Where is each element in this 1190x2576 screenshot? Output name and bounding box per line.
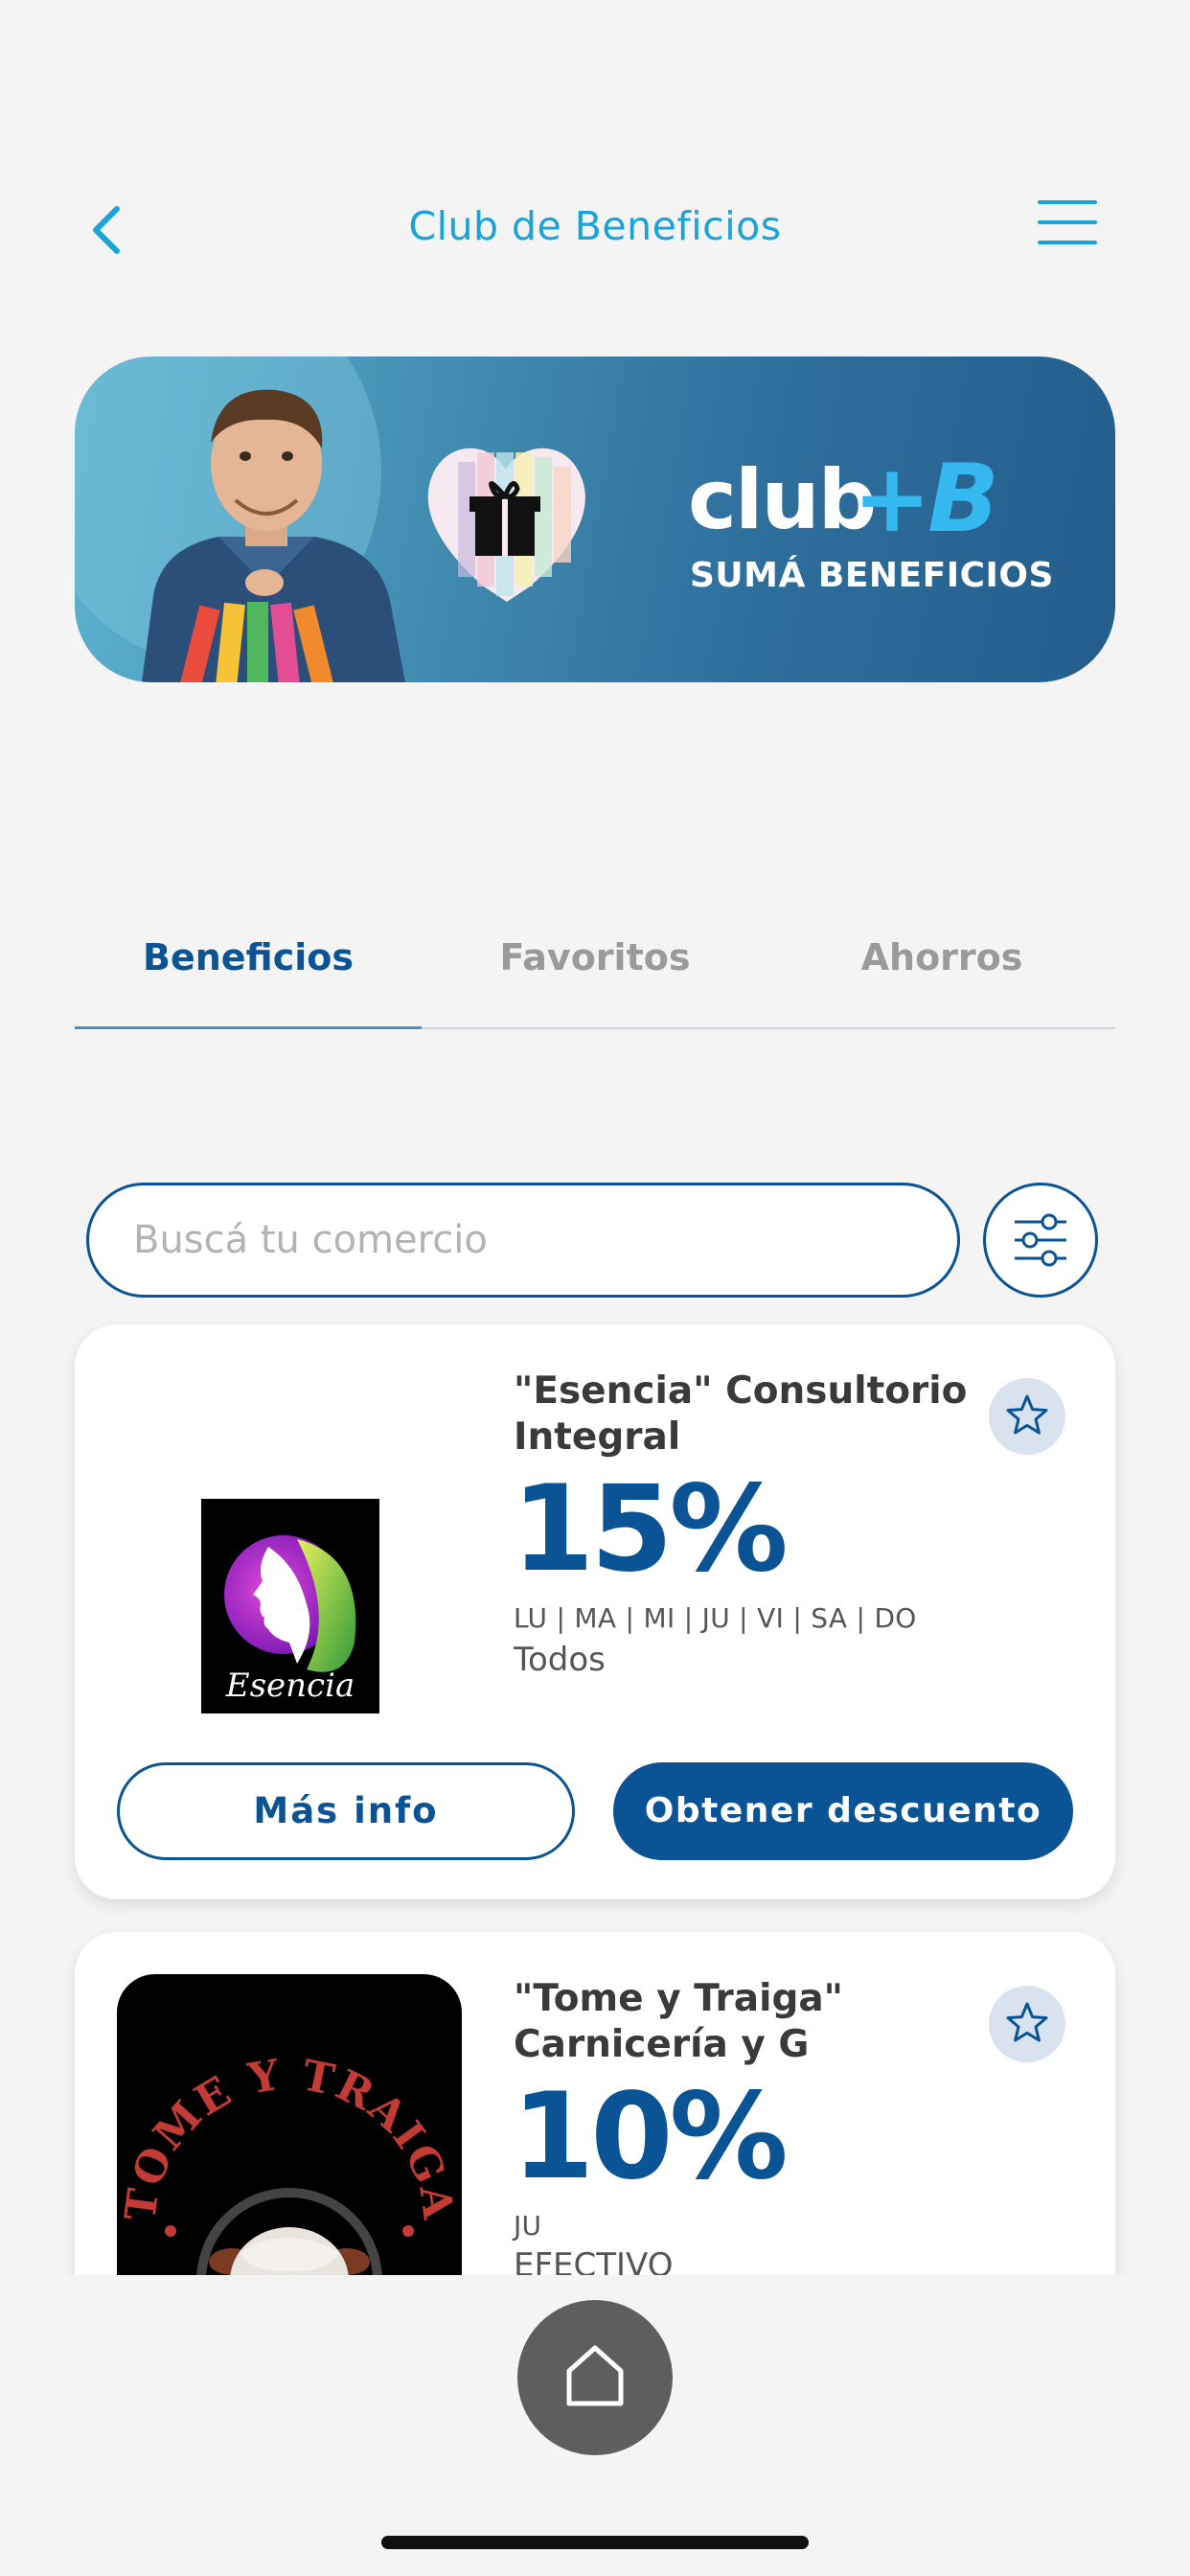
banner-tagline: SUMÁ BENEFICIOS <box>690 556 1054 595</box>
merchant-card[interactable]: Esencia "Esencia" Consultorio Integral 1… <box>75 1324 1115 1899</box>
tab-beneficios[interactable]: Beneficios <box>75 920 422 1027</box>
top-bar: Club de Beneficios <box>0 0 1190 326</box>
tome-y-traiga-logo-text: TOME Y TRAIGA <box>117 2051 461 2224</box>
hamburger-menu-icon <box>1038 200 1097 244</box>
merchant-name: "Esencia" Consultorio Integral <box>514 1369 968 1459</box>
banner-brand-accent: +B <box>853 445 999 554</box>
favorite-button[interactable] <box>989 1378 1065 1455</box>
discount-percentage: 15% <box>512 1460 789 1598</box>
page-title: Club de Beneficios <box>408 203 782 249</box>
star-outline-icon <box>1006 1394 1048 1435</box>
get-discount-button[interactable]: Obtener descuento <box>613 1762 1073 1860</box>
menu-button[interactable] <box>1037 196 1098 248</box>
favorite-button[interactable] <box>989 1986 1065 2062</box>
tab-bar: Beneficios Favoritos Ahorros <box>75 920 1115 1029</box>
home-button[interactable] <box>517 2300 673 2455</box>
svg-text:TOME Y TRAIGA: TOME Y TRAIGA <box>117 2051 462 2224</box>
filter-button[interactable] <box>983 1183 1098 1298</box>
search-box <box>86 1183 960 1298</box>
tab-ahorros[interactable]: Ahorros <box>768 920 1115 1027</box>
merchant-logo: TOME Y TRAIGA <box>117 1974 462 2275</box>
esencia-logo-text: Esencia <box>225 1667 355 1705</box>
merchant-logo: Esencia <box>201 1499 379 1714</box>
search-input[interactable] <box>89 1185 957 1295</box>
merchant-list[interactable]: Esencia "Esencia" Consultorio Integral 1… <box>0 1313 1190 2275</box>
club-banner[interactable]: club +B SUMÁ BENEFICIOS <box>75 356 1115 682</box>
esencia-logo: Esencia <box>224 1535 356 1705</box>
discount-percentage: 10% <box>512 2068 789 2206</box>
star-outline-icon <box>1006 2002 1048 2042</box>
home-icon <box>566 2345 624 2406</box>
sliders-icon <box>1015 1213 1066 1267</box>
payment-condition: Todos <box>514 1641 606 1679</box>
valid-days: LU | MA | MI | JU | VI | SA | DO <box>514 1602 917 1634</box>
home-indicator-bar <box>381 2536 809 2549</box>
merchant-name: "Tome y Traiga" Carnicería y G <box>514 1977 843 2066</box>
tome-y-traiga-logo: TOME Y TRAIGA <box>117 2051 462 2275</box>
tab-favoritos[interactable]: Favoritos <box>422 920 768 1027</box>
banner-brand: club <box>688 452 877 548</box>
payment-condition: EFECTIVO <box>514 2246 674 2275</box>
tab-active-indicator <box>75 1026 422 1029</box>
valid-days: JU <box>514 2210 542 2242</box>
more-info-button[interactable]: Más info <box>117 1762 575 1860</box>
merchant-card[interactable]: TOME Y TRAIGA "Tome y Traiga" Carnicería… <box>75 1932 1115 2275</box>
